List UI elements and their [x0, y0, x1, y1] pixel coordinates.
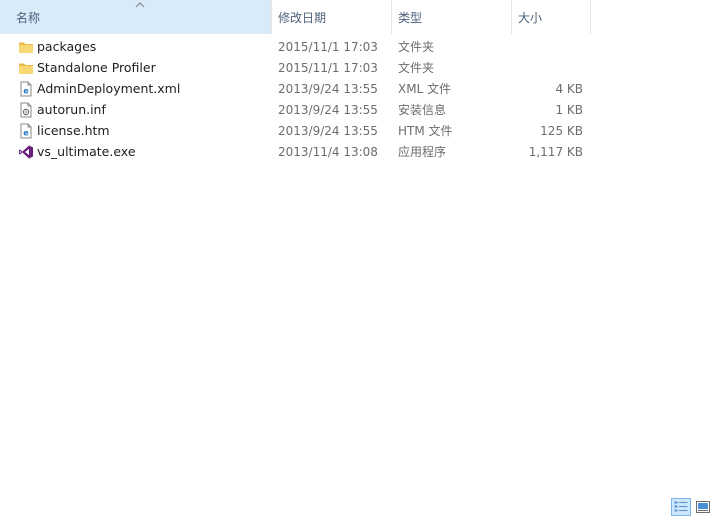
file-name-cell: vs_ultimate.exe: [0, 141, 272, 162]
file-name: autorun.inf: [37, 102, 106, 117]
details-view-button[interactable]: [671, 498, 691, 516]
file-name: Standalone Profiler: [37, 60, 156, 75]
file-type: 文件夹: [398, 40, 435, 54]
file-name-cell: Standalone Profiler: [0, 57, 272, 78]
file-name: AdminDeployment.xml: [37, 81, 181, 96]
file-explorer-list: 名称 修改日期 类型 大小 packages 2015/11/1 17:03 文…: [0, 0, 719, 518]
file-list: packages 2015/11/1 17:03 文件夹 Standalone …: [0, 36, 591, 162]
file-name: packages: [37, 39, 97, 54]
large-icons-view-icon: [696, 501, 710, 513]
column-header-date-label: 修改日期: [278, 10, 327, 25]
column-header-date[interactable]: 修改日期: [272, 0, 392, 34]
sort-ascending-icon: [135, 2, 145, 8]
column-header-size[interactable]: 大小: [512, 0, 591, 34]
file-date: 2015/11/1 17:03: [278, 60, 378, 75]
large-icons-view-button[interactable]: [693, 498, 713, 516]
file-size: [512, 57, 591, 78]
svg-text:e: e: [23, 128, 29, 137]
file-type: 安装信息: [398, 103, 447, 117]
file-size: [512, 36, 591, 57]
file-type: XML 文件: [398, 82, 452, 96]
visual-studio-icon: [19, 145, 33, 158]
xml-file-icon: e: [20, 81, 32, 96]
file-size: 1,117 KB: [528, 144, 583, 159]
file-row-standalone-profiler[interactable]: Standalone Profiler 2015/11/1 17:03 文件夹: [0, 57, 591, 78]
folder-icon: [19, 63, 33, 74]
column-header-size-label: 大小: [518, 10, 543, 25]
view-mode-toggles: [671, 498, 713, 516]
file-type: 应用程序: [398, 145, 447, 159]
file-row-vs-ultimate-exe[interactable]: vs_ultimate.exe 2013/11/4 13:08 应用程序 1,1…: [0, 141, 591, 162]
column-header-type[interactable]: 类型: [392, 0, 512, 34]
folder-icon: [19, 42, 33, 53]
file-name-cell: e AdminDeployment.xml: [0, 78, 272, 99]
column-header-name[interactable]: 名称: [0, 0, 272, 34]
file-type: 文件夹: [398, 61, 435, 75]
file-name: license.htm: [37, 123, 110, 138]
file-size: 125 KB: [540, 123, 583, 138]
file-size: 4 KB: [555, 81, 583, 96]
file-date: 2013/9/24 13:55: [278, 102, 378, 117]
file-date: 2013/9/24 13:55: [278, 123, 378, 138]
file-type: HTM 文件: [398, 124, 453, 138]
file-name-cell: autorun.inf: [0, 99, 272, 120]
file-name: vs_ultimate.exe: [37, 144, 136, 159]
file-row-license-htm[interactable]: e license.htm 2013/9/24 13:55 HTM 文件 125…: [0, 120, 591, 141]
column-header-bar: 名称 修改日期 类型 大小: [0, 0, 591, 34]
file-date: 2013/9/24 13:55: [278, 81, 378, 96]
file-row-packages[interactable]: packages 2015/11/1 17:03 文件夹: [0, 36, 591, 57]
html-file-icon: e: [20, 123, 32, 138]
column-header-name-label: 名称: [16, 10, 41, 25]
file-date: 2013/11/4 13:08: [278, 144, 378, 159]
file-row-autorun-inf[interactable]: autorun.inf 2013/9/24 13:55 安装信息 1 KB: [0, 99, 591, 120]
column-header-type-label: 类型: [398, 10, 423, 25]
settings-file-icon: [20, 102, 32, 117]
svg-text:e: e: [23, 86, 29, 95]
file-name-cell: e license.htm: [0, 120, 272, 141]
file-name-cell: packages: [0, 36, 272, 57]
file-date: 2015/11/1 17:03: [278, 39, 378, 54]
details-view-icon: [674, 501, 688, 512]
file-size: 1 KB: [555, 102, 583, 117]
file-row-admindeployment-xml[interactable]: e AdminDeployment.xml 2013/9/24 13:55 XM…: [0, 78, 591, 99]
